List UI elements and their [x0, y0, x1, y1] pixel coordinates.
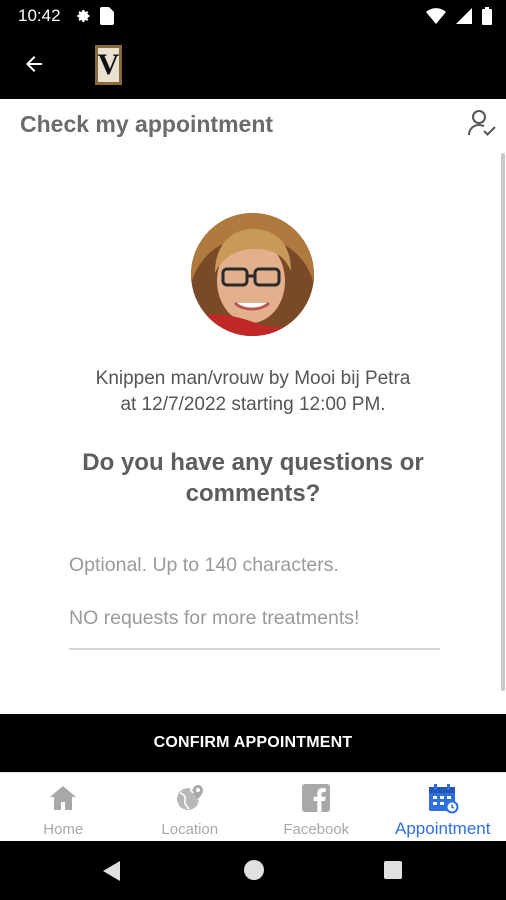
system-home-icon[interactable] [244, 860, 264, 880]
page-title: Check my appointment [20, 111, 274, 137]
comment-input[interactable]: Optional. Up to 140 characters. NO reque… [69, 548, 440, 650]
gear-icon [74, 7, 92, 30]
provider-avatar [191, 213, 314, 336]
app-logo: V [95, 45, 122, 85]
scrollbar[interactable] [501, 153, 505, 691]
bottom-nav: Home Location Facebook Appointment [0, 772, 506, 841]
comments-question: Do you have any questions or comments? [40, 447, 466, 509]
status-time: 10:42 [18, 6, 61, 25]
back-button[interactable] [14, 46, 54, 86]
appointment-description: Knippen man/vrouw by Mooi bij Petra at 1… [40, 366, 466, 418]
nav-item-facebook[interactable]: Facebook [253, 773, 380, 841]
wifi-icon [426, 8, 446, 29]
facebook-icon [299, 781, 333, 815]
profile-check-icon[interactable] [466, 107, 498, 139]
system-back-icon[interactable] [102, 860, 122, 887]
nav-item-home[interactable]: Home [0, 773, 127, 841]
confirm-appointment-button[interactable]: CONFIRM APPOINTMENT [0, 714, 506, 772]
nav-label-location: Location [161, 821, 219, 838]
comment-placeholder-line-2: NO requests for more treatments! [69, 607, 360, 629]
nav-label-appointment: Appointment [395, 819, 491, 838]
confirm-button-label: CONFIRM APPOINTMENT [153, 734, 353, 751]
page-header: Check my appointment [0, 99, 506, 149]
arrow-back-icon [22, 52, 46, 81]
appointment-service-line: Knippen man/vrouw by Mooi bij Petra [95, 368, 411, 389]
home-icon [46, 781, 80, 815]
question-line-1: Do you have any questions or [82, 449, 424, 476]
system-recents-icon[interactable] [384, 861, 402, 879]
nav-item-appointment[interactable]: Appointment [380, 773, 506, 841]
signal-icon [456, 8, 472, 29]
appointment-time-line: at 12/7/2022 starting 12:00 PM. [120, 394, 386, 415]
system-nav-bar [0, 841, 506, 900]
app-bar: V [0, 32, 506, 99]
globe-pin-icon [173, 781, 207, 815]
logo-letter: V [97, 48, 120, 81]
nav-item-location[interactable]: Location [127, 773, 254, 841]
question-line-2: comments? [185, 480, 321, 507]
comment-placeholder-line-1: Optional. Up to 140 characters. [69, 554, 339, 576]
nav-label-facebook: Facebook [283, 821, 350, 838]
calendar-icon [426, 781, 460, 815]
sim-card-icon [100, 7, 114, 30]
battery-icon [482, 7, 492, 30]
nav-label-home: Home [43, 821, 84, 838]
status-bar: 10:42 [0, 0, 506, 32]
